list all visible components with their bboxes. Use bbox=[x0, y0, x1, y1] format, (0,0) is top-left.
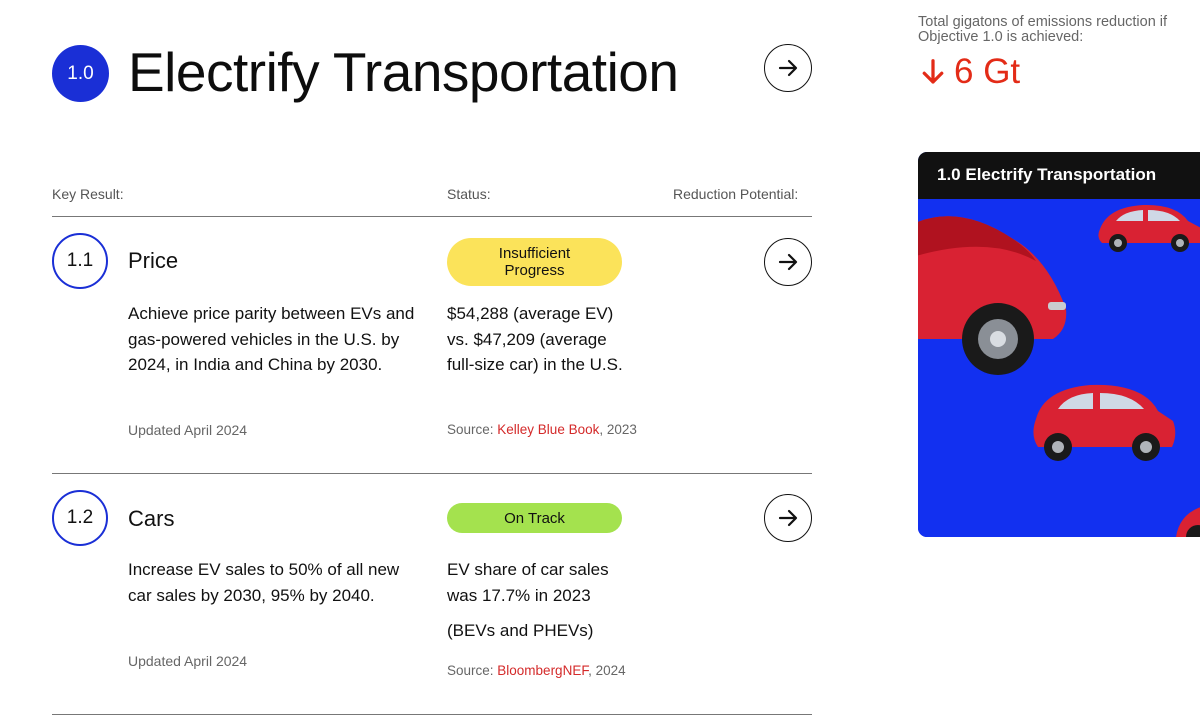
emissions-caption: Total gigatons of emissions reduction if… bbox=[918, 14, 1168, 45]
status-badge: Insufficient Progress bbox=[447, 238, 622, 286]
status-source: Source: BloombergNEF, 2024 bbox=[447, 664, 637, 678]
status-badge-label: Insufficient Progress bbox=[498, 245, 571, 279]
key-result-number: 1.1 bbox=[66, 250, 94, 271]
arrow-right-icon bbox=[778, 59, 798, 77]
source-link[interactable]: BloombergNEF bbox=[497, 663, 588, 678]
divider bbox=[52, 216, 812, 217]
key-result-open-button[interactable] bbox=[764, 238, 812, 286]
status-detail-note: (BEVs and PHEVs) bbox=[447, 621, 594, 640]
divider bbox=[52, 473, 812, 474]
arrow-down-icon bbox=[922, 59, 944, 84]
source-prefix: Source: bbox=[447, 663, 498, 678]
source-prefix: Source: bbox=[447, 422, 498, 437]
key-result-number-badge: 1.2 bbox=[52, 490, 108, 546]
key-result-open-button[interactable] bbox=[764, 494, 812, 542]
key-result-title: Price bbox=[128, 248, 179, 273]
key-result-updated: Updated April 2024 bbox=[128, 653, 248, 669]
key-result-number: 1.2 bbox=[66, 507, 94, 528]
red-cars-illustration bbox=[918, 199, 1200, 537]
status-detail: $54,288 (average EV) vs. $47,209 (averag… bbox=[447, 304, 623, 374]
status-badge: On Track bbox=[447, 503, 622, 533]
divider bbox=[52, 714, 812, 715]
key-result-description: Increase EV sales to 50% of all new car … bbox=[128, 560, 400, 605]
objective-card[interactable]: 1.0 Electrify Transportation bbox=[918, 152, 1200, 537]
card-title: 1.0 Electrify Transportation bbox=[918, 152, 1200, 199]
source-link[interactable]: Kelley Blue Book bbox=[497, 422, 599, 437]
arrow-right-icon bbox=[778, 253, 798, 271]
status-detail: EV share of car sales was 17.7% in 2023 bbox=[447, 560, 609, 605]
key-result-description: Achieve price parity between EVs and gas… bbox=[128, 304, 415, 374]
source-suffix: , 2024 bbox=[588, 663, 626, 678]
status-source: Source: Kelley Blue Book, 2023 bbox=[447, 423, 637, 437]
objective-open-button[interactable] bbox=[764, 44, 812, 92]
source-suffix: , 2023 bbox=[599, 422, 637, 437]
column-header-status: Status: bbox=[447, 186, 491, 202]
objective-number: 1.0 bbox=[67, 62, 94, 84]
status-badge-label: On Track bbox=[504, 509, 565, 527]
column-header-key-result: Key Result: bbox=[52, 186, 124, 202]
page-title: Electrify Transportation bbox=[128, 41, 679, 103]
arrow-right-icon bbox=[778, 509, 798, 527]
column-header-reduction: Reduction Potential: bbox=[673, 186, 799, 202]
emissions-value: 6 Gt bbox=[918, 52, 1020, 92]
emissions-value-text: 6 Gt bbox=[954, 52, 1021, 91]
key-result-number-badge: 1.1 bbox=[52, 233, 108, 289]
objective-number-badge: 1.0 bbox=[52, 45, 109, 102]
key-result-title: Cars bbox=[128, 506, 175, 531]
key-result-updated: Updated April 2024 bbox=[128, 422, 248, 438]
